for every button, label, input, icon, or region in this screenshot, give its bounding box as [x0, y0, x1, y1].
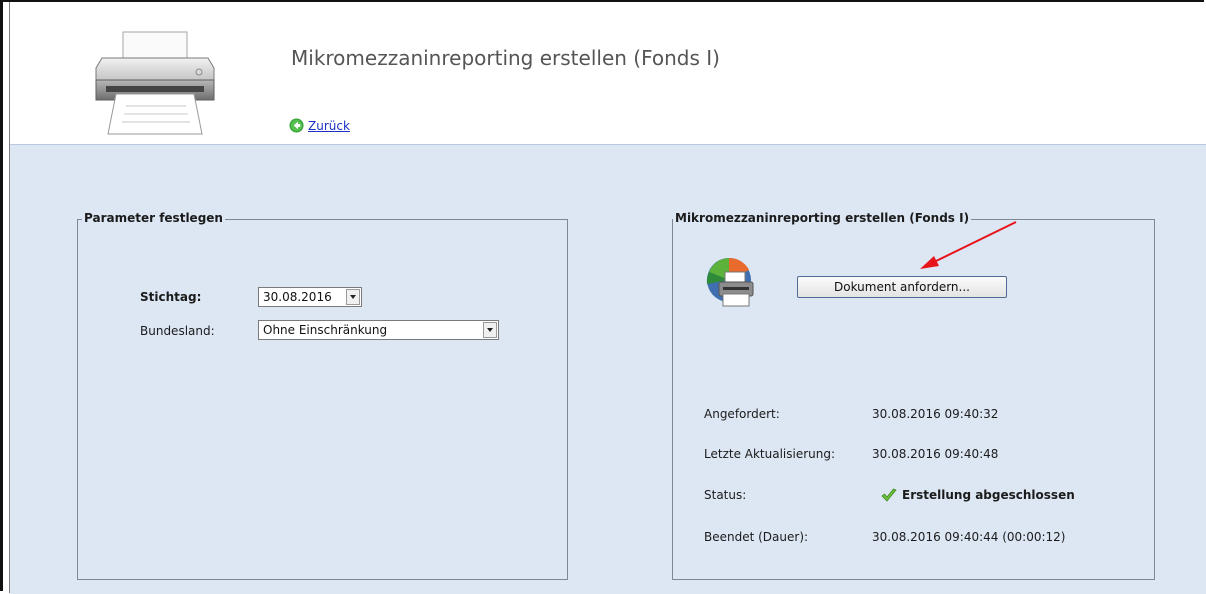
stichtag-date-picker[interactable]: 30.08.2016: [258, 287, 362, 307]
document-print-icon: [706, 257, 754, 307]
bundesland-label: Bundesland:: [140, 324, 215, 338]
back-arrow-icon[interactable]: [289, 118, 304, 133]
checkmark-icon: [881, 488, 897, 502]
chevron-down-icon[interactable]: [483, 322, 497, 338]
bundesland-value: Ohne Einschränkung: [263, 323, 388, 337]
parameter-panel: Parameter festlegen Stichtag: 30.08.2016…: [77, 211, 568, 580]
back-link-label[interactable]: Zurück: [308, 119, 350, 133]
content-area: Parameter festlegen Stichtag: 30.08.2016…: [10, 144, 1206, 594]
finished-label: Beendet (Dauer):: [704, 530, 809, 544]
parameter-panel-legend: Parameter festlegen: [82, 211, 225, 225]
back-link[interactable]: Zurück: [289, 118, 350, 133]
report-panel-legend: Mikromezzaninreporting erstellen (Fonds …: [673, 211, 972, 225]
request-document-button[interactable]: Dokument anfordern...: [797, 276, 1007, 298]
status-label: Status:: [704, 488, 747, 502]
bundesland-select[interactable]: Ohne Einschränkung: [258, 320, 499, 340]
page-header: Mikromezzaninreporting erstellen (Fonds …: [10, 2, 1206, 144]
chevron-down-icon[interactable]: [346, 289, 360, 305]
last-update-value: 30.08.2016 09:40:48: [872, 447, 999, 461]
printer-icon: [95, 31, 215, 135]
last-update-label: Letzte Aktualisierung:: [704, 447, 836, 461]
finished-value: 30.08.2016 09:40:44 (00:00:12): [872, 530, 1066, 544]
page-title: Mikromezzaninreporting erstellen (Fonds …: [291, 46, 720, 70]
requested-label: Angefordert:: [704, 407, 780, 421]
status-value: Erstellung abgeschlossen: [902, 488, 1075, 502]
stichtag-label: Stichtag:: [140, 290, 202, 304]
stichtag-value: 30.08.2016: [263, 290, 332, 304]
requested-value: 30.08.2016 09:40:32: [872, 407, 999, 421]
report-panel: Mikromezzaninreporting erstellen (Fonds …: [672, 211, 1155, 580]
